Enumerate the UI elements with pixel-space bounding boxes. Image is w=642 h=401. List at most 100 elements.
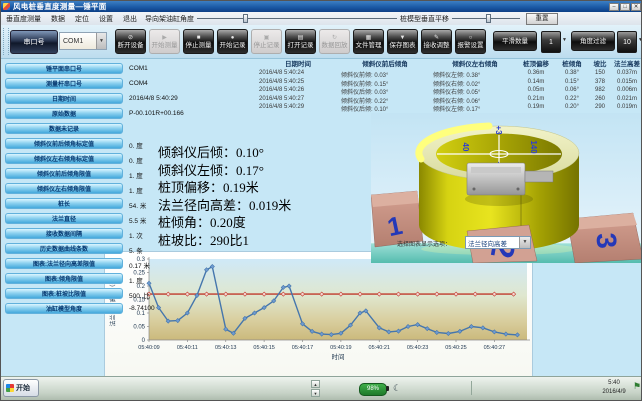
table-cell[interactable]: 0.037m xyxy=(611,70,642,76)
cylinder-angle-slider[interactable] xyxy=(197,14,397,23)
table-cell[interactable]: 0.006m xyxy=(611,87,642,93)
sidebar-item-button[interactable]: 法兰直径 xyxy=(5,213,123,224)
save-chart-button[interactable]: ▼保存图表 xyxy=(387,29,418,54)
table-cell[interactable]: 0.019m xyxy=(611,104,642,110)
table-cell[interactable]: 2016/4/8 5:40:26 xyxy=(259,87,337,93)
start-record-button[interactable]: ●开始记录 xyxy=(217,29,248,54)
scroll-up-icon[interactable]: ▲ xyxy=(311,380,320,388)
model-shift-slider[interactable] xyxy=(452,14,520,23)
file-manager-button[interactable]: ▦文件管理 xyxy=(353,29,384,54)
table-cell[interactable]: 150 xyxy=(589,70,611,76)
sidebar-row: 测量杆串口号COM4 xyxy=(5,78,157,89)
menu-exit[interactable]: 退出 xyxy=(118,14,142,24)
disconnect-device-button-icon: ⊘ xyxy=(128,35,133,41)
menu-data[interactable]: 数据 xyxy=(46,14,70,24)
battery-indicator[interactable]: 98% xyxy=(359,383,387,396)
table-cell[interactable]: 260 xyxy=(589,96,611,102)
sidebar-item-button[interactable]: 倾斜仪左右倾角限值 xyxy=(5,183,123,194)
x-tick-label: 05:40:11 xyxy=(177,345,198,351)
sidebar-item-button[interactable]: 原始数据 xyxy=(5,108,123,119)
sidebar-item-button[interactable]: 接收数据间隔 xyxy=(5,228,123,239)
table-cell[interactable]: 0.38° xyxy=(557,70,587,76)
sidebar-item-value: 1. 度 xyxy=(129,185,143,195)
sidebar-row: 历史数据曲线条数 5. 条 xyxy=(5,243,157,254)
sidebar-item-button[interactable]: 锤平面串口号 xyxy=(5,63,123,74)
open-record-button-icon: ▤ xyxy=(298,35,304,41)
app-window: 风电桩垂直度测量—锤平面 – □ ✕ 垂直度测量 数据 定位 设置 退出 导向架… xyxy=(0,0,642,401)
compass-label: 40 xyxy=(461,143,470,152)
close-button[interactable]: ✕ xyxy=(631,3,641,11)
stop-measure-button[interactable]: ■停止测量 xyxy=(183,29,214,54)
chevron-down-icon: ▼ xyxy=(96,33,106,49)
sidebar-row: 油缸模型角度-8.74100 xyxy=(5,303,157,314)
angle-filter-button[interactable]: 角度过滤 xyxy=(571,31,615,51)
sidebar-item-button[interactable]: 数据未记录 xyxy=(5,123,123,134)
sidebar-item-value: 1. 度 xyxy=(129,275,143,285)
table-cell[interactable]: 2016/4/8 5:40:24 xyxy=(259,70,337,76)
table-cell[interactable]: 982 xyxy=(589,87,611,93)
measurement-readout: 倾斜仪后倾：0.10°倾斜仪左倾：0.17°桩顶偏移：0.19米法兰径向高差：0… xyxy=(158,144,291,250)
table-cell[interactable]: 378 xyxy=(589,79,611,85)
measurement-log-table: 日期时间倾斜仪前后倾角倾斜仪左右倾角桩顶偏移桩倾角坡比法兰高差2016/4/8 … xyxy=(259,58,642,114)
minimize-button[interactable]: – xyxy=(609,3,619,11)
table-cell[interactable]: 0.015m xyxy=(611,79,642,85)
sidebar-item-button[interactable]: 图表:法兰径向高差限值 xyxy=(5,258,123,269)
table-cell[interactable]: 0.20° xyxy=(557,104,587,110)
taskbar-clock[interactable]: 5:40 2016/4/9 xyxy=(595,379,633,397)
table-cell[interactable]: 0.05m xyxy=(517,87,555,93)
table-cell[interactable]: 0.22° xyxy=(557,96,587,102)
readout-line: 桩倾角：0.20度 xyxy=(158,214,291,232)
sidebar-item-value: 5. 条 xyxy=(129,245,143,255)
receive-adjust-button[interactable]: ✎接收调整 xyxy=(421,29,452,54)
sidebar-item-button[interactable]: 图表:桩坡比限值 xyxy=(5,288,123,299)
serial-port-combo[interactable]: COM1▼ xyxy=(59,32,107,50)
table-cell[interactable]: 0.21m xyxy=(517,96,555,102)
flag-icon[interactable]: ⚑ xyxy=(633,381,641,392)
menu-position[interactable]: 定位 xyxy=(70,14,94,24)
table-cell[interactable]: 2016/4/8 5:40:27 xyxy=(259,96,337,102)
sidebar-item-button[interactable]: 倾斜仪前后倾角限值 xyxy=(5,168,123,179)
crescent-icon[interactable]: ☾ xyxy=(393,382,401,394)
disconnect-device-button[interactable]: ⊘断开设备 xyxy=(115,29,146,54)
table-cell[interactable]: 0.19m xyxy=(517,104,555,110)
table-cell[interactable]: 0.14m xyxy=(517,79,555,85)
start-button[interactable]: 开始 xyxy=(3,379,39,397)
chart-option-select[interactable]: 法兰径向高差▼ xyxy=(465,236,531,249)
sidebar-item-button[interactable]: 桩长 xyxy=(5,198,123,209)
compass-label: 140 xyxy=(529,140,538,154)
sidebar-row: 接收数据间隔1. 次 xyxy=(5,228,157,239)
sidebar-item-button[interactable]: 历史数据曲线条数 xyxy=(5,243,123,254)
serial-port-button[interactable]: 串口号 xyxy=(10,30,58,54)
table-cell[interactable]: 2016/4/8 5:40:25 xyxy=(259,79,337,85)
sidebar-item-button[interactable]: 油缸模型角度 xyxy=(5,303,123,314)
pile-3d-view[interactable]: 1340+2140+32 选择图表显示选项： 法兰径向高差▼ xyxy=(371,113,642,263)
open-record-button[interactable]: ▤打开记录 xyxy=(285,29,316,54)
smooth-count-combo[interactable]: 1 xyxy=(541,31,561,53)
sidebar-item-button[interactable]: 倾斜仪左右倾角标定值 xyxy=(5,153,123,164)
smooth-count-button[interactable]: 平滑数量 xyxy=(493,31,537,51)
menu-settings[interactable]: 设置 xyxy=(94,14,118,24)
menu-verticality[interactable]: 垂直度测量 xyxy=(1,14,46,24)
scroll-down-icon[interactable]: ▼ xyxy=(311,389,320,397)
sidebar-item-value: P-00.101R+00.166 xyxy=(129,110,184,117)
reset-button[interactable]: 重置 xyxy=(526,13,558,25)
chevron-down-icon[interactable]: ▼ xyxy=(561,36,568,45)
angle-filter-combo[interactable]: 10 xyxy=(617,31,637,53)
receive-adjust-button-icon: ✎ xyxy=(434,35,439,41)
chevron-down-icon[interactable]: ▼ xyxy=(637,36,642,45)
toolbar-grip[interactable] xyxy=(3,28,9,55)
table-cell[interactable]: 0.021m xyxy=(611,96,642,102)
alarm-settings-button[interactable]: ○报警设置 xyxy=(455,29,486,54)
maximize-button[interactable]: □ xyxy=(620,3,630,11)
sidebar-row: 倾斜仪前后倾角限值1. 度 xyxy=(5,168,157,179)
sidebar-item-button[interactable]: 测量杆串口号 xyxy=(5,78,123,89)
x-tick-label: 05:40:17 xyxy=(292,345,313,351)
table-cell[interactable]: 0.36m xyxy=(517,70,555,76)
table-cell[interactable]: 2016/4/8 5:40:29 xyxy=(259,104,337,110)
sidebar-item-button[interactable]: 倾斜仪前后倾角标定值 xyxy=(5,138,123,149)
sidebar-item-button[interactable]: 日期时间 xyxy=(5,93,123,104)
table-cell[interactable]: 0.15° xyxy=(557,79,587,85)
table-cell[interactable]: 0.06° xyxy=(557,87,587,93)
table-cell[interactable]: 290 xyxy=(589,104,611,110)
sidebar-item-button[interactable]: 图表:倾角限值 xyxy=(5,273,123,284)
